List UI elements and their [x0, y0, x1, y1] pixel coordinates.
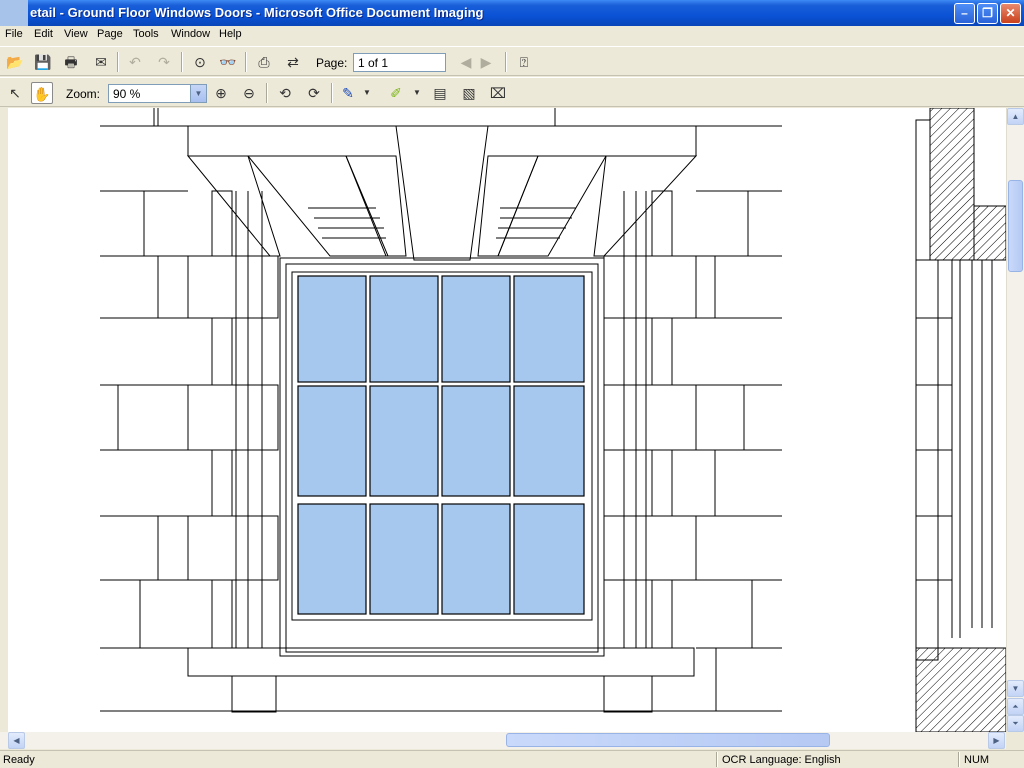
menu-file[interactable]: File: [5, 28, 23, 40]
zoom-select[interactable]: 90 % ▼: [108, 84, 207, 103]
zoom-out-icon[interactable]: ⊖: [238, 82, 260, 104]
next-page-scroll-icon[interactable]: ⏷: [1007, 715, 1024, 732]
toolbar-separator: [331, 83, 333, 103]
menu-tools[interactable]: Tools: [133, 28, 159, 40]
minimize-button[interactable]: –: [954, 3, 975, 24]
redo-icon[interactable]: ↷: [153, 51, 175, 73]
previous-page-icon[interactable]: ◀: [455, 51, 477, 73]
horizontal-scrollbar[interactable]: ◀ ▶: [0, 732, 1006, 749]
toolbar-separator: [266, 83, 268, 103]
previous-page-scroll-icon[interactable]: ⏶: [1007, 698, 1024, 715]
next-page-icon[interactable]: ▶: [475, 51, 497, 73]
select-arrow-icon[interactable]: ↖: [4, 82, 26, 104]
zoom-in-icon[interactable]: ⊕: [210, 82, 232, 104]
rotate-right-icon[interactable]: ⟳: [303, 82, 325, 104]
hand-tool-icon[interactable]: ✋: [31, 82, 53, 104]
scrollbar-corner: [1006, 732, 1024, 749]
toolbar-separator: [117, 52, 119, 72]
window-title: etail - Ground Floor Windows Doors - Mic…: [30, 5, 484, 20]
menu-window[interactable]: Window: [171, 28, 210, 40]
page-number-field[interactable]: 1 of 1: [353, 53, 446, 72]
view-toolbar: ↖ ✋ Zoom: 90 % ▼ ⊕ ⊖ ⟲ ⟳ ✎ ▼ ✐ ▼ ▤ ▧ ⌧: [0, 77, 1024, 107]
page-label: Page:: [316, 56, 348, 70]
scroll-up-icon[interactable]: ▲: [1007, 108, 1024, 125]
status-num-lock: NUM: [964, 754, 990, 766]
horizontal-scroll-thumb[interactable]: [506, 733, 830, 747]
menu-page[interactable]: Page: [97, 28, 123, 40]
close-button[interactable]: ✕: [1000, 3, 1021, 24]
binoculars-icon[interactable]: 👓: [217, 51, 239, 73]
status-ocr-language: OCR Language: English: [722, 754, 841, 766]
menu-bar: File Edit View Page Tools Window Help: [0, 26, 1024, 45]
help-icon[interactable]: ⍰: [513, 51, 535, 73]
menu-edit[interactable]: Edit: [34, 28, 53, 40]
status-ready: Ready: [3, 754, 35, 766]
chevron-down-icon[interactable]: ▼: [361, 82, 373, 104]
status-divider: [958, 752, 960, 767]
vertical-scroll-thumb[interactable]: [1008, 180, 1023, 272]
zoom-label: Zoom:: [66, 87, 101, 101]
status-divider: [716, 752, 718, 767]
send-to-word-icon[interactable]: ⇄: [282, 51, 304, 73]
scroll-left-icon[interactable]: ◀: [8, 732, 25, 749]
save-icon[interactable]: 💾: [32, 51, 54, 73]
menu-help[interactable]: Help: [219, 28, 242, 40]
text-box-icon[interactable]: ▤: [429, 82, 451, 104]
folder-open-icon[interactable]: 📂: [4, 51, 26, 73]
standard-toolbar: 📂 💾 🖶 ✉ ↶ ↷ ⊙ 👓 ⎙ ⇄ Page: 1 of 1 ◀ ▶ ⍰: [0, 46, 1024, 76]
title-bar: etail - Ground Floor Windows Doors - Mic…: [0, 0, 1024, 26]
rotate-left-icon[interactable]: ⟲: [274, 82, 296, 104]
zoom-value: 90 %: [113, 87, 141, 101]
menu-view[interactable]: View: [64, 28, 88, 40]
vertical-scrollbar[interactable]: ▲ ▼ ⏶ ⏷: [1006, 108, 1024, 732]
send-icon[interactable]: ✉: [90, 51, 112, 73]
ocr-icon[interactable]: ⊙: [189, 51, 211, 73]
status-bar: Ready OCR Language: English NUM: [0, 750, 1024, 768]
chevron-down-icon[interactable]: ▼: [411, 82, 423, 104]
toolbar-separator: [245, 52, 247, 72]
document-view[interactable]: [0, 108, 1006, 732]
annotation-icon[interactable]: ⌧: [487, 82, 509, 104]
picture-icon[interactable]: ▧: [458, 82, 480, 104]
undo-icon[interactable]: ↶: [124, 51, 146, 73]
toolbar-separator: [505, 52, 507, 72]
scroll-down-icon[interactable]: ▼: [1007, 680, 1024, 697]
scroll-right-icon[interactable]: ▶: [988, 732, 1005, 749]
pen-icon[interactable]: ✎: [337, 82, 359, 104]
print-icon[interactable]: 🖶: [60, 51, 82, 73]
window-elevation-drawing: [100, 108, 1006, 732]
scan-icon[interactable]: ⎙: [253, 51, 275, 73]
restore-button[interactable]: ❐: [977, 3, 998, 24]
chevron-down-icon[interactable]: ▼: [190, 85, 206, 102]
app-icon[interactable]: [0, 0, 28, 26]
toolbar-separator: [181, 52, 183, 72]
highlighter-icon[interactable]: ✐: [385, 82, 407, 104]
